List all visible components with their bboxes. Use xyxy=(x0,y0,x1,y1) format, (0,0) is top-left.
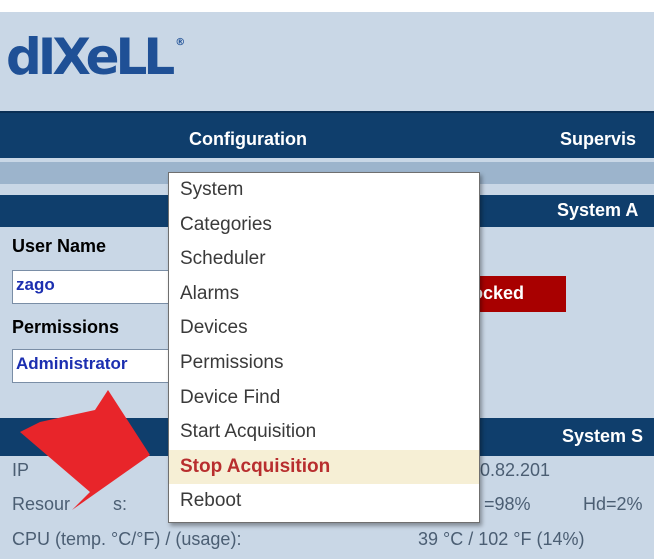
dropdown-item-scheduler[interactable]: Scheduler xyxy=(169,242,479,277)
configuration-dropdown: System Categories Scheduler Alarms Devic… xyxy=(168,172,480,523)
dropdown-item-start-acquisition[interactable]: Start Acquisition xyxy=(169,415,479,450)
dropdown-item-system[interactable]: System xyxy=(169,173,479,208)
app-frame: dIXeLL ® Configuration Supervis System A … xyxy=(0,12,654,559)
dropdown-item-categories[interactable]: Categories xyxy=(169,208,479,243)
dropdown-item-stop-acquisition[interactable]: Stop Acquisition xyxy=(169,449,479,485)
dropdown-item-permissions[interactable]: Permissions xyxy=(169,346,479,381)
dropdown-item-devices[interactable]: Devices xyxy=(169,311,479,346)
red-arrow-shape xyxy=(20,390,150,510)
dropdown-item-reboot[interactable]: Reboot xyxy=(169,484,479,519)
dropdown-item-device-find[interactable]: Device Find xyxy=(169,381,479,416)
dropdown-item-alarms[interactable]: Alarms xyxy=(169,277,479,312)
